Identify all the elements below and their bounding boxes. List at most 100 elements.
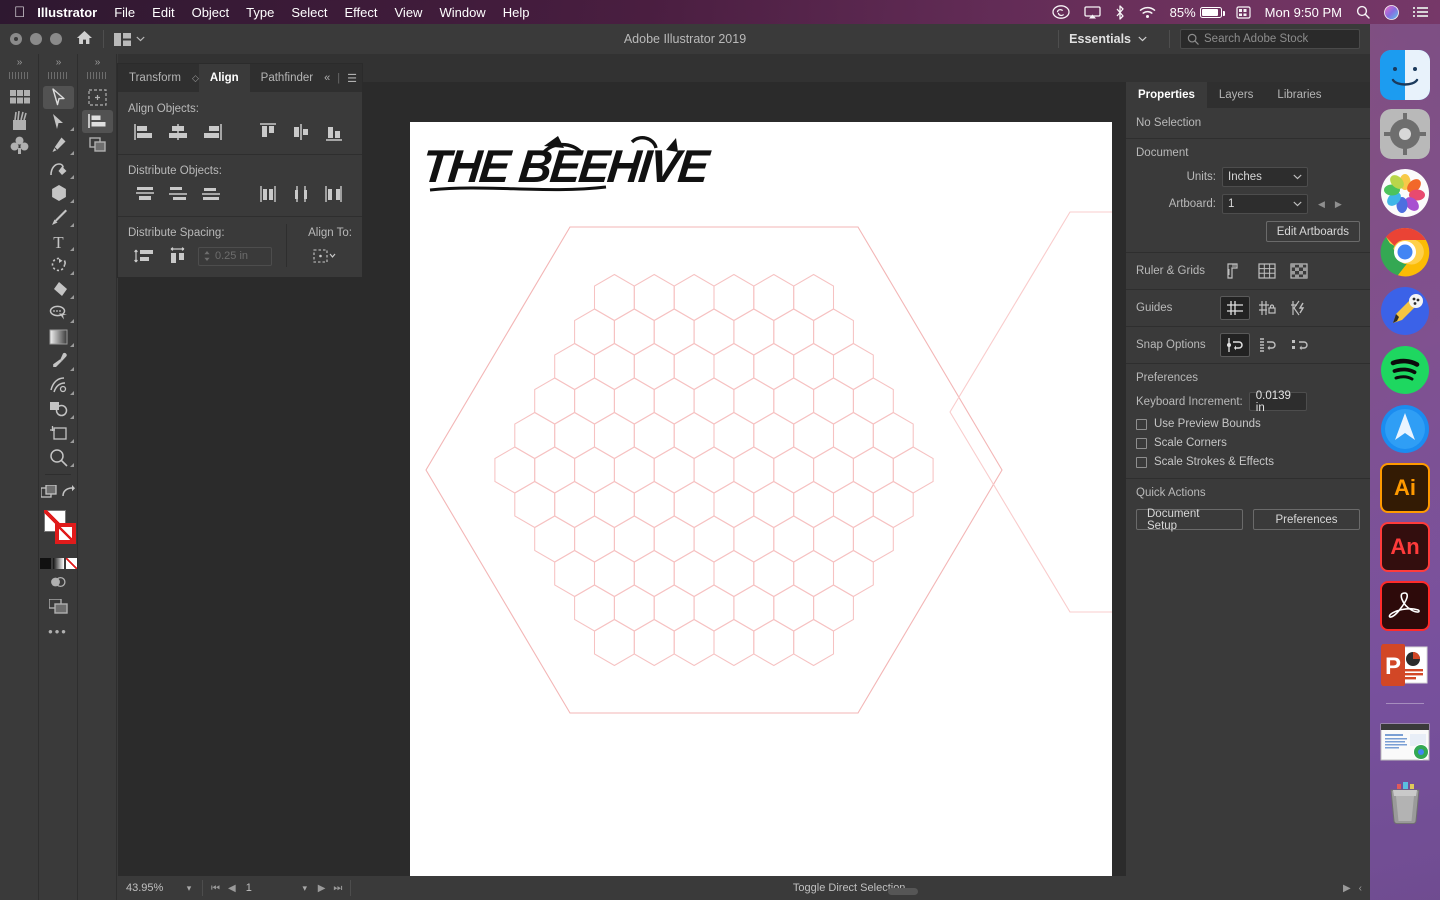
paintbrush-tool[interactable]: [39, 205, 78, 229]
airplay-icon[interactable]: [1084, 6, 1101, 19]
dock-item-adobe-acrobat[interactable]: [1380, 581, 1430, 631]
shape-modes-icon[interactable]: [39, 570, 78, 594]
menu-item-file[interactable]: File: [114, 5, 135, 20]
dock-item-minimized-window[interactable]: [1380, 717, 1430, 767]
shape-builder-tool[interactable]: [39, 397, 78, 421]
zoom-tool[interactable]: [39, 445, 78, 469]
scale-strokes-row[interactable]: Scale Strokes & Effects: [1136, 456, 1360, 468]
expand-panel-3-icon[interactable]: »: [78, 54, 116, 68]
align-horizontal-center-icon[interactable]: [161, 121, 194, 143]
menu-item-edit[interactable]: Edit: [152, 5, 174, 20]
zoom-level[interactable]: 43.95%: [118, 876, 180, 900]
menu-item-window[interactable]: Window: [439, 5, 485, 20]
minimize-button[interactable]: [30, 33, 42, 45]
menu-item-effect[interactable]: Effect: [344, 5, 377, 20]
arrange-windows-icon[interactable]: [39, 594, 78, 618]
gradient-tool[interactable]: [39, 325, 78, 349]
show-guides-icon[interactable]: [1220, 296, 1250, 320]
eyedropper-tool[interactable]: [39, 349, 78, 373]
distribute-horizontal-center-icon[interactable]: [284, 183, 317, 205]
distribute-vertical-bottom-icon[interactable]: [194, 183, 227, 205]
preferences-button[interactable]: Preferences: [1253, 509, 1360, 530]
page-number[interactable]: 1: [240, 876, 296, 900]
previous-artboard-icon[interactable]: ◀: [1318, 199, 1325, 210]
horizontal-scroll-thumb[interactable]: [888, 888, 918, 895]
menu-item-select[interactable]: Select: [291, 5, 327, 20]
artboard-panel-icon[interactable]: [78, 85, 117, 109]
use-preview-bounds-checkbox[interactable]: [1136, 419, 1147, 430]
panel-grid-icon[interactable]: [0, 85, 39, 109]
blend-tool[interactable]: [39, 373, 78, 397]
tab-properties[interactable]: Properties: [1126, 82, 1207, 108]
scale-corners-row[interactable]: Scale Corners: [1136, 437, 1360, 449]
home-icon[interactable]: [76, 30, 93, 48]
siri-icon[interactable]: [1384, 5, 1399, 20]
gradient-swatch-icon[interactable]: [53, 558, 64, 569]
distribute-vertical-space-icon[interactable]: [128, 245, 161, 267]
pen-tool[interactable]: [39, 133, 78, 157]
spacing-value-input[interactable]: 0.25 in: [198, 247, 272, 266]
panel-grip-3[interactable]: [87, 72, 108, 79]
menu-item-help[interactable]: Help: [503, 5, 530, 20]
align-left-icon[interactable]: [128, 121, 161, 143]
units-select[interactable]: Inches: [1222, 167, 1308, 187]
creative-cloud-icon[interactable]: [1052, 5, 1070, 19]
maximize-button[interactable]: [50, 33, 62, 45]
adobe-stock-search[interactable]: Search Adobe Stock: [1180, 29, 1360, 49]
search-icon[interactable]: [1356, 5, 1370, 19]
dock-item-photos[interactable]: [1380, 168, 1430, 218]
align-panel-icon[interactable]: [78, 109, 117, 133]
statusbar-resize-icon[interactable]: ‹: [1359, 883, 1362, 894]
battery-status[interactable]: 85%: [1170, 5, 1222, 20]
align-top-icon[interactable]: [251, 121, 284, 143]
tab-layers[interactable]: Layers: [1207, 82, 1266, 108]
use-preview-bounds-row[interactable]: Use Preview Bounds: [1136, 418, 1360, 430]
dock-item-microsoft-powerpoint[interactable]: P: [1380, 640, 1430, 690]
arrange-documents-icon[interactable]: [114, 33, 145, 46]
smart-guides-icon[interactable]: [1284, 296, 1314, 320]
snap-to-point-icon[interactable]: [1220, 333, 1250, 357]
tab-align[interactable]: Align: [199, 64, 250, 92]
change-screen-mode-icon[interactable]: [58, 480, 77, 504]
snap-to-grid-icon[interactable]: [1252, 333, 1282, 357]
show-transparency-grid-icon[interactable]: [1284, 259, 1314, 283]
shape-tool[interactable]: [39, 181, 78, 205]
menu-item-illustrator[interactable]: Illustrator: [37, 5, 97, 20]
workspace-switcher[interactable]: Essentials: [1069, 32, 1159, 46]
expand-toolbox-icon[interactable]: »: [39, 54, 77, 68]
align-to-selection-icon[interactable]: [308, 245, 341, 267]
menu-bar-clock[interactable]: Mon 9:50 PM: [1265, 5, 1342, 20]
edit-toolbar-icon[interactable]: •••: [39, 618, 77, 639]
edit-artboards-button[interactable]: Edit Artboards: [1266, 221, 1360, 242]
artboard-select[interactable]: 1: [1222, 194, 1308, 214]
tab-libraries[interactable]: Libraries: [1265, 82, 1333, 108]
menu-item-object[interactable]: Object: [192, 5, 230, 20]
curvature-tool[interactable]: [39, 157, 78, 181]
dock-item-google-chrome[interactable]: [1380, 227, 1430, 277]
dock-item-adobe-illustrator[interactable]: Ai: [1380, 463, 1430, 513]
stroke-swatch[interactable]: [55, 523, 76, 544]
bluetooth-icon[interactable]: [1115, 5, 1125, 20]
pathfinder-panel-icon[interactable]: [78, 133, 117, 157]
distribute-vertical-center-icon[interactable]: [161, 183, 194, 205]
selection-tool[interactable]: [39, 85, 78, 109]
snap-to-pixel-icon[interactable]: [1284, 333, 1314, 357]
scale-corners-checkbox[interactable]: [1136, 438, 1147, 449]
panel-grip-1[interactable]: [9, 72, 30, 79]
dock-item-spotify[interactable]: [1380, 345, 1430, 395]
distribute-horizontal-left-icon[interactable]: [251, 183, 284, 205]
color-swatch-icon[interactable]: [40, 558, 51, 569]
show-rulers-icon[interactable]: [1220, 259, 1250, 283]
distribute-horizontal-right-icon[interactable]: [317, 183, 350, 205]
dock-item-trash[interactable]: [1380, 776, 1430, 826]
align-bottom-icon[interactable]: [317, 121, 350, 143]
symbols-icon[interactable]: [0, 133, 39, 157]
last-page-icon[interactable]: ⏭: [329, 883, 346, 894]
close-button[interactable]: [10, 33, 22, 45]
document-setup-button[interactable]: Document Setup: [1136, 509, 1243, 530]
fill-stroke-swatches[interactable]: [39, 508, 78, 554]
canvas[interactable]: THE BEEHIVE: [410, 122, 1112, 876]
apple-icon[interactable]: : [14, 5, 25, 20]
scale-strokes-checkbox[interactable]: [1136, 457, 1147, 468]
type-tool[interactable]: T: [39, 229, 78, 253]
